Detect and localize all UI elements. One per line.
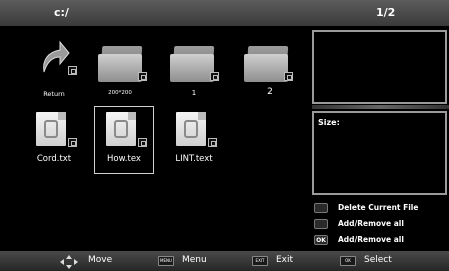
folder-icon <box>244 46 289 82</box>
ok-key-icon: OK <box>340 256 356 266</box>
footer-bar: Move MENU Menu EXIT Exit OK Select <box>0 251 449 271</box>
file-item[interactable]: Cord.txt <box>24 106 84 172</box>
item-label: 2 <box>267 87 273 97</box>
folder-icon <box>98 46 143 82</box>
item-label: How.tex <box>107 154 141 164</box>
item-label: LINT.text <box>175 154 213 164</box>
direction-arrows-icon <box>60 255 78 269</box>
preview-panel <box>312 30 447 104</box>
item-label: 200*200 <box>108 90 132 96</box>
item-badge-icon <box>210 72 219 81</box>
green-key-icon <box>314 219 328 229</box>
text-file-icon <box>36 112 66 146</box>
ok-key-icon: OK <box>314 235 328 245</box>
item-badge-icon <box>138 138 147 147</box>
hint-text: Select <box>364 255 392 265</box>
hint-text: Move <box>88 255 113 265</box>
menu-key-icon: MENU <box>158 256 174 266</box>
title-bar: c:/ 1/2 <box>0 0 449 26</box>
file-item-selected[interactable]: How.tex <box>94 106 154 172</box>
hint-text: Menu <box>182 255 207 265</box>
folder-item[interactable]: 1 <box>164 34 224 97</box>
text-file-icon <box>176 112 206 146</box>
return-item[interactable]: Return <box>24 34 84 98</box>
panel-divider <box>312 105 449 109</box>
legend-text: Add/Remove all <box>338 235 404 244</box>
item-badge-icon <box>68 138 77 147</box>
file-item[interactable]: LINT.text <box>164 106 224 172</box>
item-label: Cord.txt <box>36 154 72 164</box>
exit-key-icon: EXIT <box>252 256 268 266</box>
item-badge-icon <box>208 138 217 147</box>
red-key-icon <box>314 203 328 213</box>
item-badge-icon <box>68 66 77 75</box>
file-info-panel: Size: <box>312 111 447 195</box>
item-badge-icon <box>138 72 147 81</box>
legend-text: Add/Remove all <box>338 219 404 228</box>
item-badge-icon <box>284 72 293 81</box>
legend-text: Delete Current File <box>338 203 419 212</box>
return-arrow-icon <box>43 40 70 73</box>
folder-icon <box>170 46 215 82</box>
size-label: Size: <box>318 118 340 127</box>
folder-item[interactable]: 200*200 <box>90 34 150 96</box>
folder-item[interactable]: 2 <box>240 34 300 97</box>
hint-text: Exit <box>276 255 294 265</box>
current-path: c:/ <box>54 6 69 19</box>
file-grid: Return 200*200 1 2 Cord.txt How.tex LINT… <box>0 26 312 251</box>
item-label: 1 <box>191 89 197 97</box>
page-indicator: 1/2 <box>376 6 396 19</box>
text-file-icon <box>106 112 136 146</box>
